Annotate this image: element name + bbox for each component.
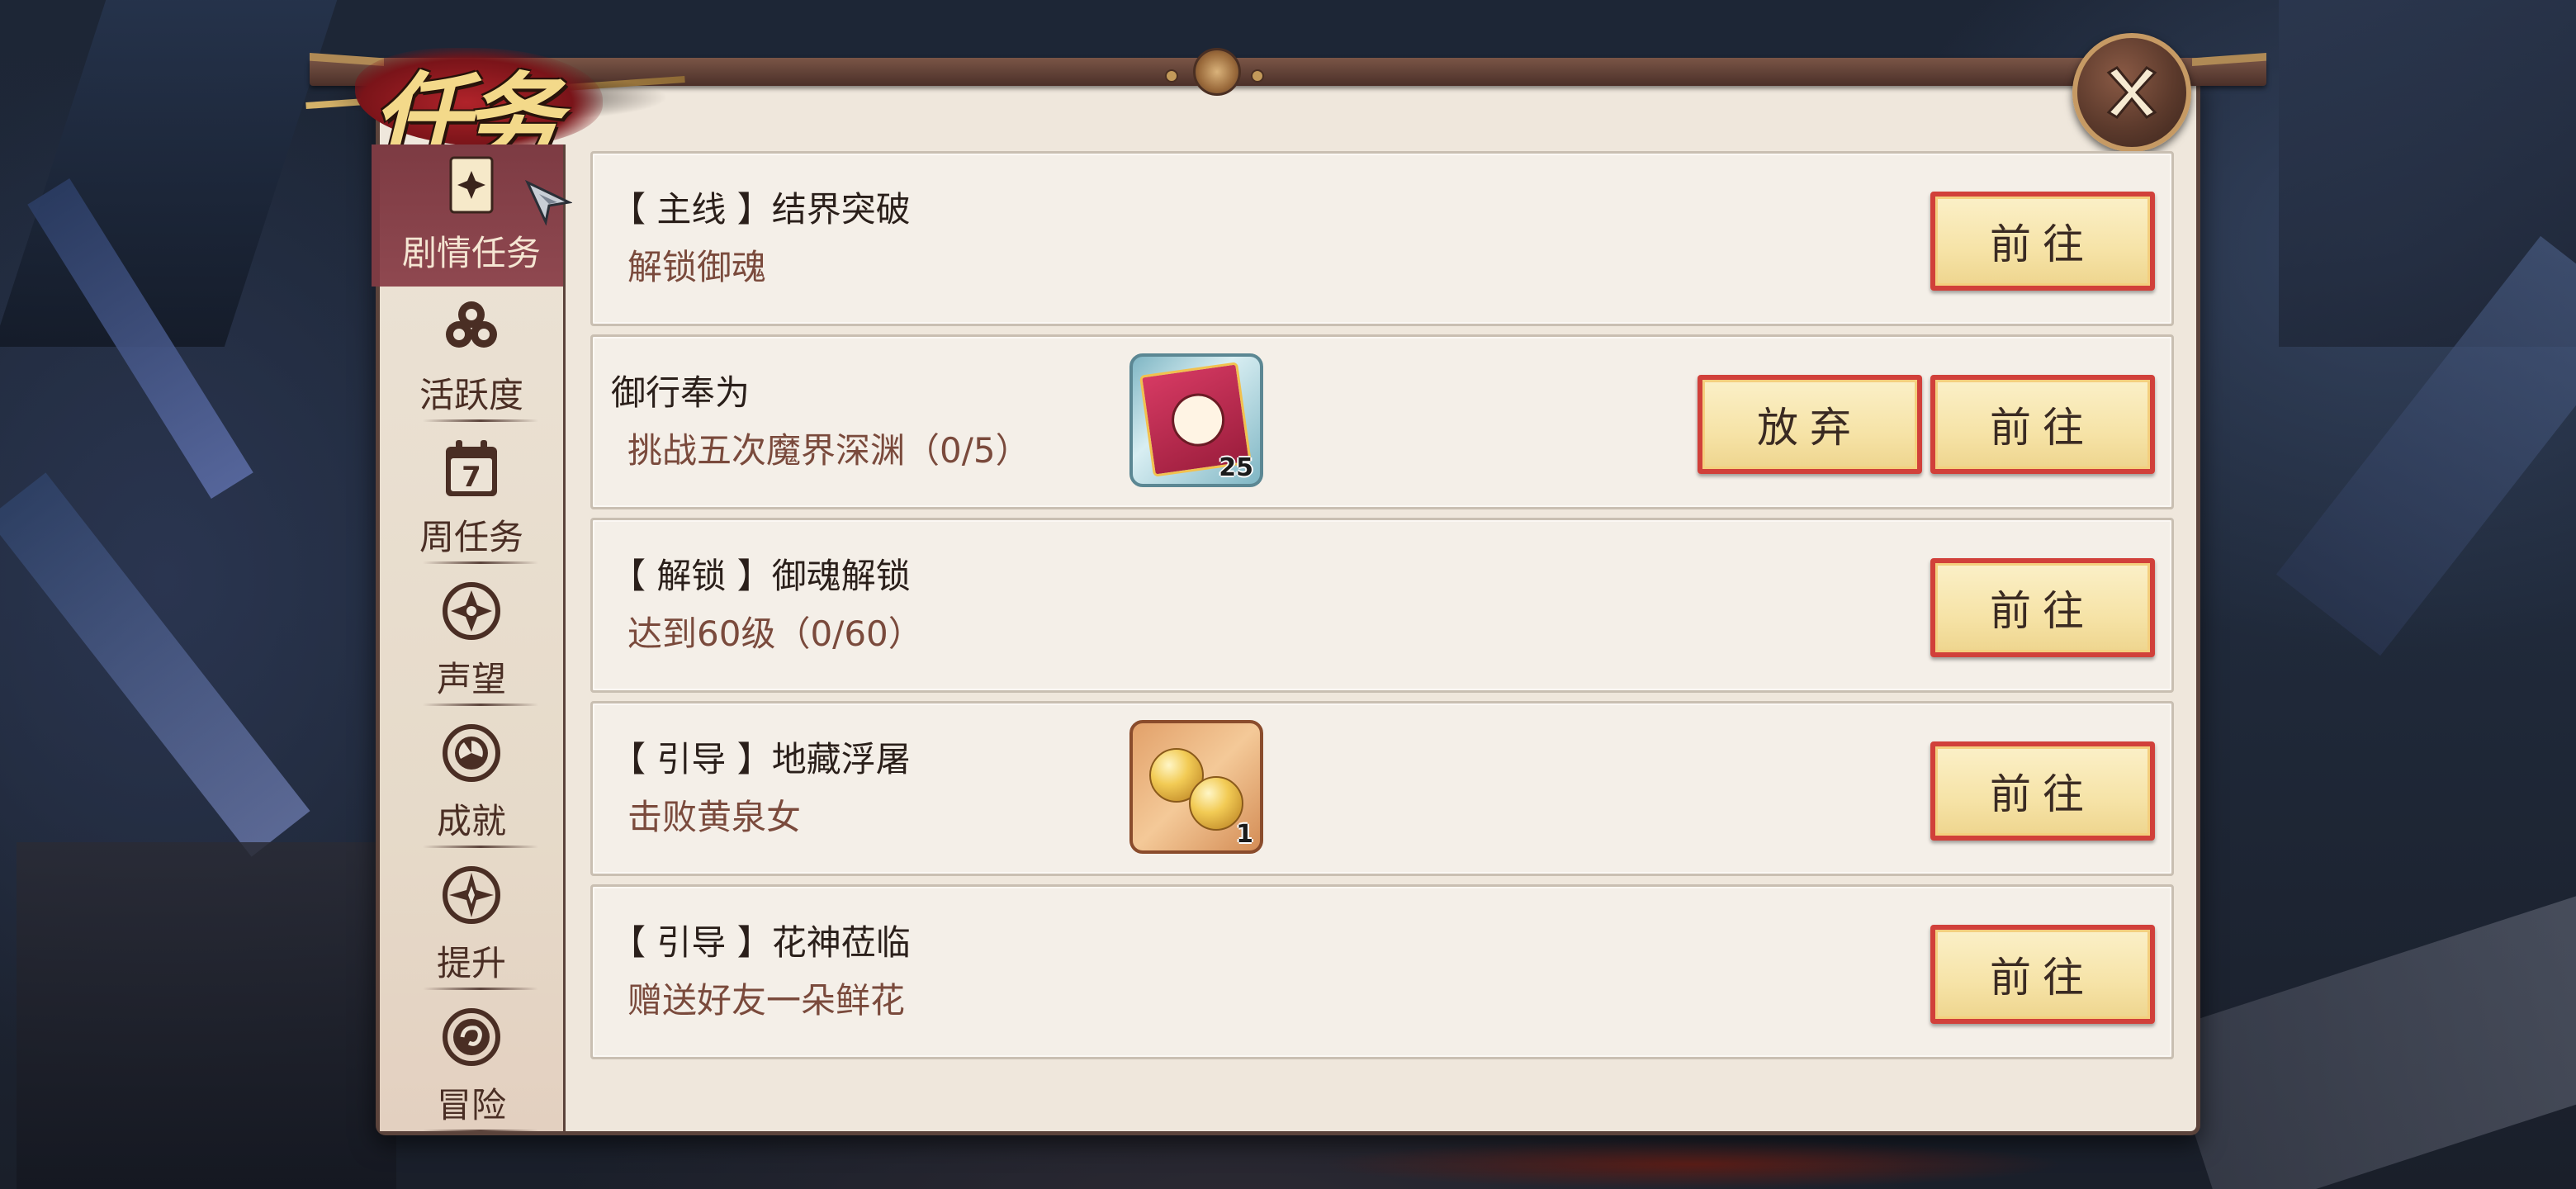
sidebar-item-upgrade[interactable]: 提升 xyxy=(380,855,563,997)
gold-orb-icon[interactable]: 1 xyxy=(1129,720,1263,854)
task-row: 【 主线 】结界突破 解锁御魂 前往 xyxy=(590,151,2174,326)
task-row: 御行奉为 挑战五次魔界深渊（0/5） 25 放弃 前往 xyxy=(590,334,2174,509)
sidebar-item-label: 声望 xyxy=(436,659,506,699)
sidebar-item-reputation[interactable]: 声望 xyxy=(380,571,563,713)
clover-icon xyxy=(446,301,497,348)
sidebar-item-story-tasks[interactable]: 剧情任务 xyxy=(372,144,572,287)
reward-count: 25 xyxy=(1219,453,1253,482)
sidebar-item-label: 活跃度 xyxy=(419,375,523,415)
ornament-icon xyxy=(1193,48,1241,96)
calendar-day: 7 xyxy=(462,461,481,494)
sidebar-item-achievements[interactable]: 成就 xyxy=(380,713,563,855)
reward-count: 1 xyxy=(1236,820,1253,849)
swirl-crest-icon xyxy=(443,724,500,782)
sidebar-item-label: 冒险 xyxy=(436,1085,506,1125)
go-button[interactable]: 前往 xyxy=(1930,558,2155,657)
go-button[interactable]: 前往 xyxy=(1930,741,2155,841)
task-title: 【 解锁 】御魂解锁 xyxy=(611,556,911,596)
scroll-card-icon xyxy=(449,156,494,214)
crest-icon xyxy=(443,582,500,640)
sidebar-item-label: 周任务 xyxy=(419,517,523,557)
task-description: 达到60级（0/60） xyxy=(627,613,923,654)
sidebar-item-adventure[interactable]: 冒险 xyxy=(380,997,563,1139)
go-button[interactable]: 前往 xyxy=(1930,375,2155,474)
sidebar: 剧情任务 活跃度 7 周任务 声望 成就 提升 冒险 xyxy=(372,144,572,1132)
task-description: 解锁御魂 xyxy=(627,247,767,287)
sidebar-item-label: 剧情任务 xyxy=(401,233,541,273)
task-title: 【 引导 】花神莅临 xyxy=(611,922,911,963)
task-row: 【 引导 】花神莅临 赠送好友一朵鲜花 前往 xyxy=(590,884,2174,1059)
task-description: 击败黄泉女 xyxy=(627,797,802,837)
sidebar-item-weekly-tasks[interactable]: 7 周任务 xyxy=(380,429,563,571)
task-description: 挑战五次魔界深渊（0/5） xyxy=(627,430,1030,471)
kunai-icon xyxy=(524,179,572,225)
task-description: 赠送好友一朵鲜花 xyxy=(627,980,906,1021)
go-button[interactable]: 前往 xyxy=(1930,192,2155,291)
ticket-icon[interactable]: 25 xyxy=(1129,353,1263,487)
go-button[interactable]: 前往 xyxy=(1930,925,2155,1024)
sidebar-item-label: 提升 xyxy=(436,943,506,983)
task-row: 【 引导 】地藏浮屠 击败黄泉女 1 前往 xyxy=(590,701,2174,876)
abandon-button[interactable]: 放弃 xyxy=(1698,375,1922,474)
task-row: 【 解锁 】御魂解锁 达到60级（0/60） 前往 xyxy=(590,518,2174,693)
sidebar-item-label: 成就 xyxy=(436,801,506,841)
calendar-icon: 7 xyxy=(446,440,497,496)
star-crest-icon xyxy=(443,866,500,924)
task-title: 【 引导 】地藏浮屠 xyxy=(611,739,911,779)
close-button[interactable] xyxy=(2072,33,2191,152)
title-badge: 任务 xyxy=(305,31,685,176)
close-icon xyxy=(2106,66,2157,119)
spiral-crest-icon xyxy=(443,1008,500,1066)
task-title: 【 主线 】结界突破 xyxy=(611,189,911,230)
sidebar-item-activity[interactable]: 活跃度 xyxy=(380,287,563,429)
task-title: 御行奉为 xyxy=(611,372,751,413)
